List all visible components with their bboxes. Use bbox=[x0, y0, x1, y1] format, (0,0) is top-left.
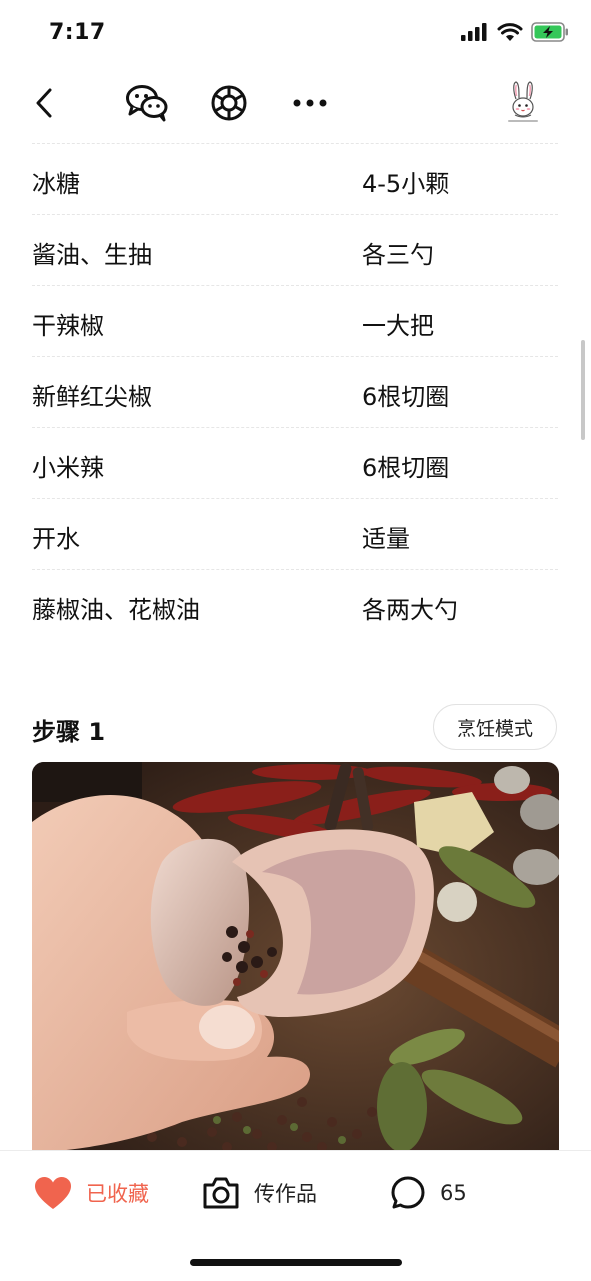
ingredient-name: 新鲜红尖椒 bbox=[32, 383, 152, 411]
status-time: 7:17 bbox=[49, 20, 106, 45]
ingredient-name: 藤椒油、花椒油 bbox=[32, 596, 200, 624]
chevron-left-icon bbox=[36, 88, 52, 118]
ingredient-name: 酱油、生抽 bbox=[32, 241, 152, 269]
wechat-icon bbox=[126, 85, 168, 122]
author-avatar-button[interactable] bbox=[502, 72, 544, 134]
ingredient-row: 新鲜红尖椒 6根切圈 bbox=[32, 356, 558, 427]
ingredient-name: 冰糖 bbox=[32, 170, 80, 198]
signal-icon bbox=[461, 23, 487, 41]
back-button[interactable] bbox=[28, 72, 60, 134]
moments-share-button[interactable] bbox=[208, 72, 250, 134]
ingredient-row: 小米辣 6根切圈 bbox=[32, 427, 558, 498]
ingredient-row: 干辣椒 一大把 bbox=[32, 285, 558, 356]
upload-work-label: 传作品 bbox=[254, 1182, 317, 1206]
ingredient-name: 干辣椒 bbox=[32, 312, 104, 340]
ingredients-list: 冰糖 4-5小颗 酱油、生抽 各三勺 干辣椒 一大把 新鲜红尖椒 6根切圈 小米… bbox=[32, 143, 558, 640]
ingredient-row: 冰糖 4-5小颗 bbox=[32, 143, 558, 214]
heart-filled-icon bbox=[35, 1177, 71, 1209]
status-bar: 7:17 bbox=[0, 0, 591, 70]
favorite-label: 已收藏 bbox=[86, 1182, 149, 1206]
ingredient-name: 小米辣 bbox=[32, 454, 104, 482]
ingredient-quantity: 6根切圈 bbox=[362, 454, 450, 482]
comment-count: 65 bbox=[440, 1181, 467, 1205]
step-photo-image bbox=[32, 762, 559, 1152]
favorite-button[interactable]: 已收藏 bbox=[34, 1171, 149, 1215]
wechat-share-button[interactable] bbox=[124, 72, 170, 134]
ingredient-row: 藤椒油、花椒油 各两大勺 bbox=[32, 569, 558, 640]
comment-bubble-icon bbox=[391, 1176, 425, 1209]
battery-charging-icon bbox=[531, 22, 568, 42]
ingredient-row: 开水 适量 bbox=[32, 498, 558, 569]
step-photo[interactable] bbox=[32, 762, 559, 1152]
cook-mode-button[interactable]: 烹饪模式 bbox=[433, 704, 557, 750]
more-icon bbox=[293, 99, 327, 107]
more-button[interactable] bbox=[292, 72, 328, 134]
moments-icon bbox=[211, 85, 247, 121]
camera-icon bbox=[203, 1177, 239, 1209]
rabbit-avatar-icon bbox=[503, 79, 543, 127]
ingredient-quantity: 适量 bbox=[362, 525, 410, 553]
home-indicator[interactable] bbox=[190, 1259, 402, 1266]
ingredient-quantity: 4-5小颗 bbox=[362, 170, 450, 198]
comment-button[interactable]: 65 bbox=[390, 1171, 467, 1215]
ingredient-quantity: 各两大勺 bbox=[362, 596, 458, 624]
ingredient-quantity: 6根切圈 bbox=[362, 383, 450, 411]
ingredient-row: 酱油、生抽 各三勺 bbox=[32, 214, 558, 285]
scrollbar[interactable] bbox=[581, 340, 585, 440]
step-title: 步骤 1 bbox=[32, 718, 106, 746]
ingredient-name: 开水 bbox=[32, 525, 80, 553]
ingredient-quantity: 一大把 bbox=[362, 312, 434, 340]
wifi-icon bbox=[497, 22, 523, 41]
upload-work-button[interactable]: 传作品 bbox=[202, 1171, 317, 1215]
ingredient-quantity: 各三勺 bbox=[362, 241, 434, 269]
nav-bar bbox=[0, 72, 591, 134]
status-icons bbox=[461, 22, 569, 42]
